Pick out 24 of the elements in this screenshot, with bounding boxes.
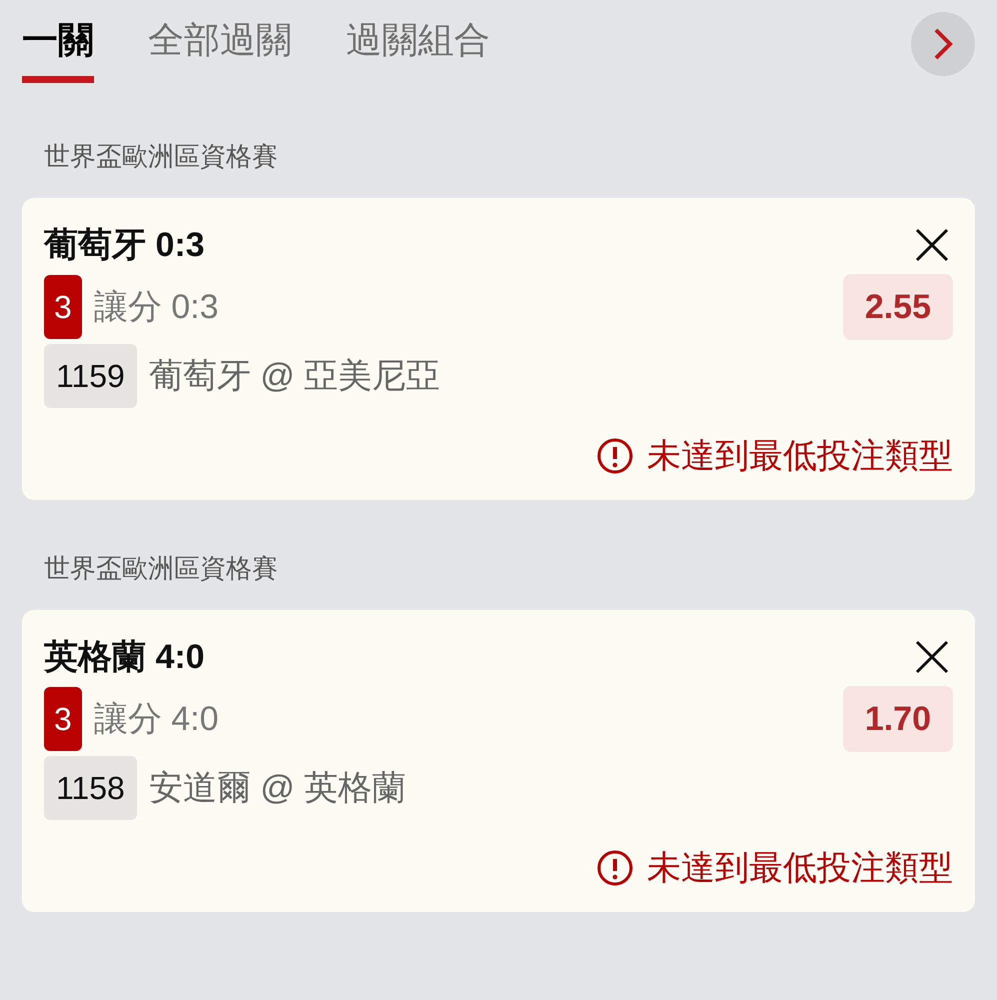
tab[interactable]: 全部過關 bbox=[148, 0, 292, 88]
bet-title: 英格蘭 4:0 bbox=[44, 637, 205, 678]
market-label: 讓分 4:0 bbox=[94, 698, 219, 740]
close-icon[interactable] bbox=[915, 640, 949, 674]
league-label: 世界盃歐洲區資格賽 bbox=[43, 552, 279, 585]
match-label: 安道爾 @ 英格蘭 bbox=[148, 768, 406, 808]
odds-badge: 2.55 bbox=[842, 274, 953, 340]
alert-icon bbox=[597, 850, 633, 886]
pick-badge: 3 bbox=[44, 687, 82, 751]
market-label: 讓分 0:3 bbox=[94, 286, 219, 328]
league-label: 世界盃歐洲區資格賽 bbox=[43, 140, 279, 173]
chevron-right-icon bbox=[932, 27, 954, 61]
tab[interactable]: 過關組合 bbox=[346, 0, 490, 88]
match-number: 1159 bbox=[44, 344, 137, 408]
warning-text: 未達到最低投注類型 bbox=[647, 848, 953, 889]
match-label: 葡萄牙 @ 亞美尼亞 bbox=[148, 356, 440, 396]
pick-badge: 3 bbox=[44, 275, 82, 339]
odds-badge: 1.70 bbox=[842, 686, 953, 752]
tab[interactable]: 一關 bbox=[22, 0, 94, 88]
bet-title: 葡萄牙 0:3 bbox=[44, 225, 205, 266]
alert-icon bbox=[597, 438, 633, 474]
close-icon[interactable] bbox=[915, 228, 949, 262]
match-number: 1158 bbox=[44, 756, 137, 820]
warning-text: 未達到最低投注類型 bbox=[647, 436, 953, 477]
